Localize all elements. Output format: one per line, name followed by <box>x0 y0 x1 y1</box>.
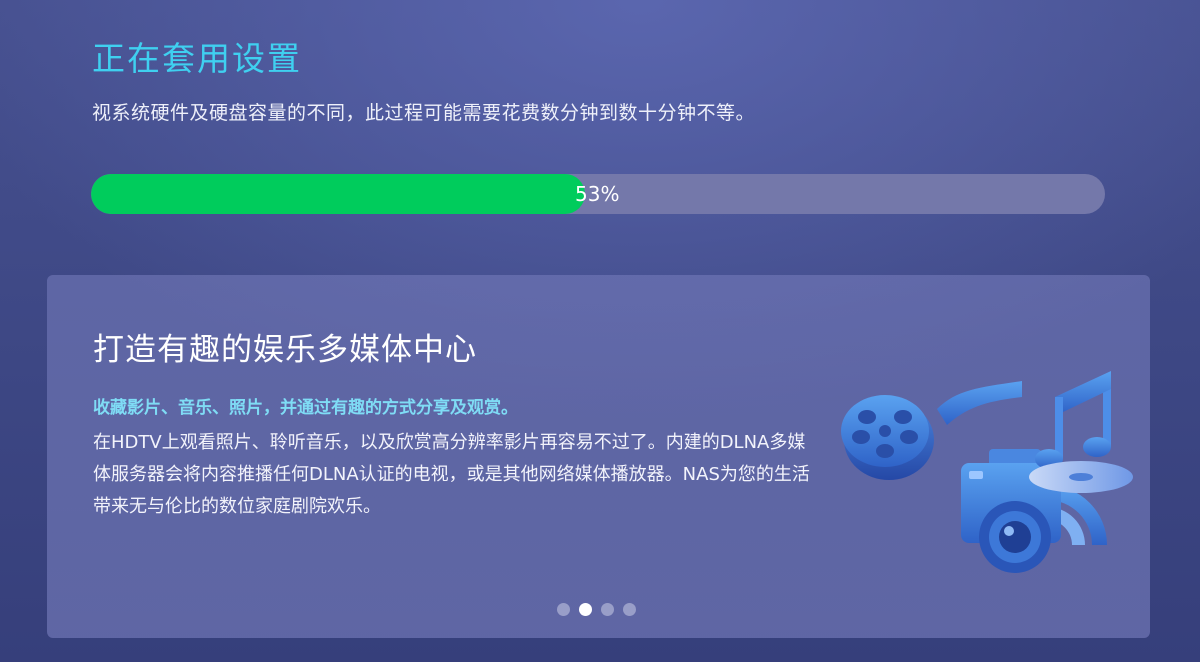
progress-percent-label: 53% <box>575 182 620 206</box>
page-title: 正在套用设置 <box>92 39 302 78</box>
disc-icon <box>1029 461 1133 493</box>
music-note-icon <box>1035 371 1111 469</box>
feature-card-title: 打造有趣的娱乐多媒体中心 <box>93 332 477 368</box>
feature-card-highlight: 收藏影片、音乐、照片，并通过有趣的方式分享及观赏。 <box>93 398 518 418</box>
film-reel-icon <box>841 395 934 480</box>
carousel-pagination <box>557 603 636 616</box>
progress-bar: 53% <box>91 174 1105 214</box>
carousel-dot-3[interactable] <box>601 603 614 616</box>
multimedia-illustration <box>841 371 1133 573</box>
film-strip-icon <box>937 381 1022 425</box>
progress-bar-fill <box>91 174 585 214</box>
feature-card-description: 在HDTV上观看照片、聆听音乐，以及欣赏高分辨率影片再容易不过了。内建的DLNA… <box>93 432 810 517</box>
carousel-dot-4[interactable] <box>623 603 636 616</box>
carousel-dot-2[interactable] <box>579 603 592 616</box>
feature-card: 打造有趣的娱乐多媒体中心 收藏影片、音乐、照片，并通过有趣的方式分享及观赏。 在… <box>47 275 1150 638</box>
page-subtitle: 视系统硬件及硬盘容量的不同，此过程可能需要花费数分钟到数十分钟不等。 <box>92 102 756 124</box>
carousel-dot-1[interactable] <box>557 603 570 616</box>
